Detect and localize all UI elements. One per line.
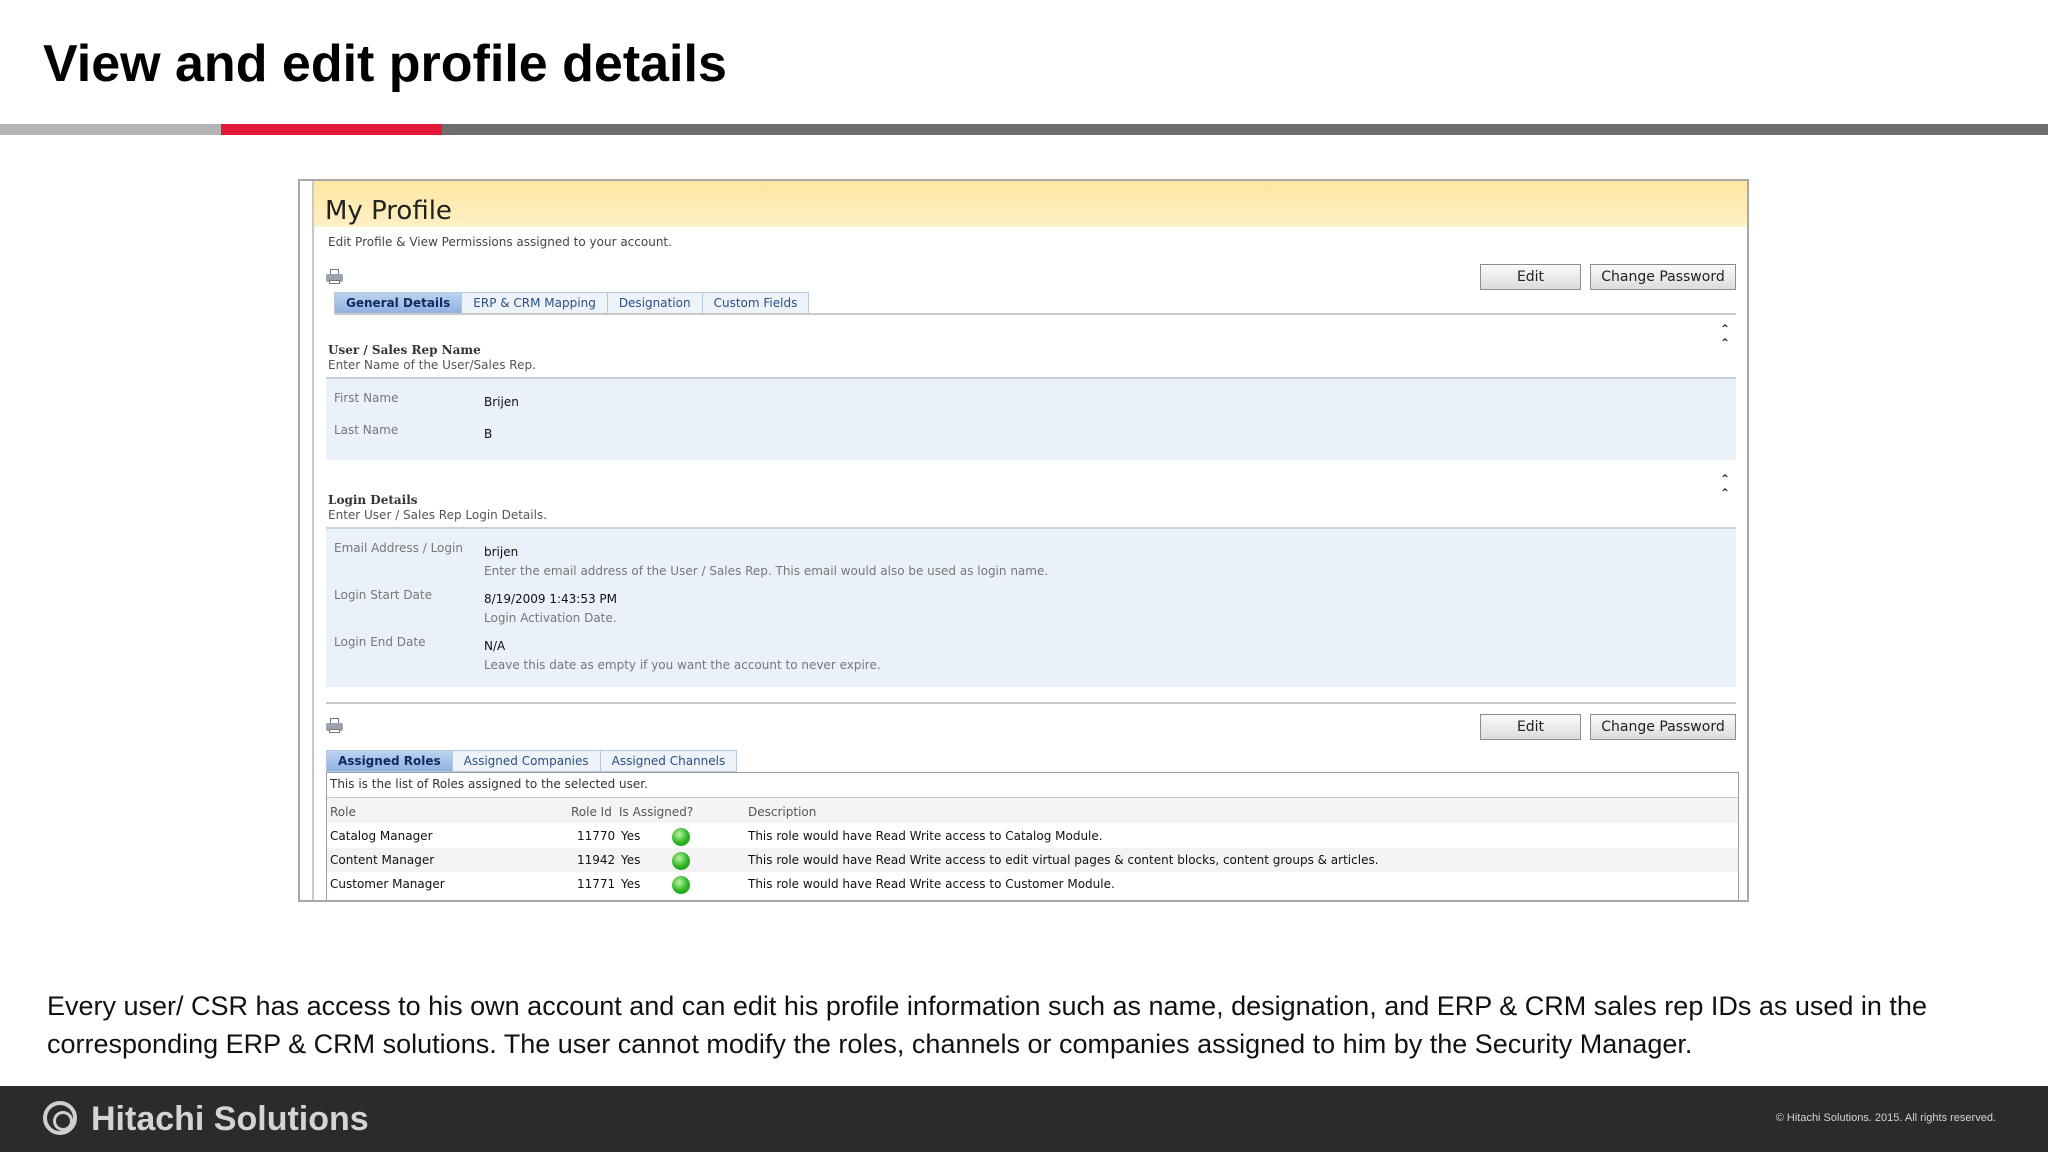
role-id: 11770 <box>577 829 616 843</box>
print-icon[interactable] <box>326 269 343 284</box>
login-start-label: Login Start Date <box>334 588 432 602</box>
role-id: 11942 <box>577 853 616 867</box>
table-row[interactable]: Catalog Manager 11770 Yes This role woul… <box>327 824 1738 848</box>
tab-assigned-channels[interactable]: Assigned Channels <box>601 751 737 771</box>
print-icon[interactable] <box>326 718 343 733</box>
hitachi-logo-icon <box>43 1101 77 1135</box>
role-name: Customer Manager <box>330 877 445 891</box>
role-name: Content Manager <box>330 853 435 867</box>
profile-title: My Profile <box>325 196 452 226</box>
email-label: Email Address / Login <box>334 541 463 555</box>
name-section-subtitle: Enter Name of the User/Sales Rep. <box>328 358 536 372</box>
header-description: Description <box>748 805 817 819</box>
assigned-status-icon <box>672 828 690 846</box>
edit-button[interactable]: Edit <box>1480 714 1581 740</box>
title-divider <box>0 124 2048 135</box>
profile-subtitle: Edit Profile & View Permissions assigned… <box>328 235 672 249</box>
profile-screenshot: My Profile Edit Profile & View Permissio… <box>298 179 1749 902</box>
footer-bar: Hitachi Solutions © Hitachi Solutions. 2… <box>0 1086 2048 1152</box>
assigned-status-icon <box>672 876 690 894</box>
assigned-status-icon <box>672 852 690 870</box>
tab-erp-crm-mapping[interactable]: ERP & CRM Mapping <box>462 293 608 313</box>
login-end-hint: Leave this date as empty if you want the… <box>484 658 881 672</box>
email-value: brijen <box>484 545 519 559</box>
login-panel: Email Address / Login brijen Enter the e… <box>326 527 1736 687</box>
tab-designation[interactable]: Designation <box>608 293 703 313</box>
role-description: This role would have Read Write access t… <box>748 877 1115 891</box>
login-end-label: Login End Date <box>334 635 426 649</box>
tab-assigned-companies[interactable]: Assigned Companies <box>453 751 601 771</box>
login-end-value: N/A <box>484 639 506 653</box>
footer-brand: Hitachi Solutions <box>91 1100 369 1138</box>
profile-tabs: General Details ERP & CRM Mapping Design… <box>334 292 810 314</box>
divider-segment-grey <box>0 124 221 135</box>
slide-title: View and edit profile details <box>43 35 727 93</box>
last-name-label: Last Name <box>334 423 399 437</box>
last-name-value: B <box>484 427 493 441</box>
divider-segment-red <box>221 124 442 135</box>
name-panel: First Name Brijen Last Name B <box>326 377 1736 460</box>
double-chevron-up-icon[interactable]: ⌃ ⌃ <box>1720 472 1730 500</box>
roles-note: This is the list of Roles assigned to th… <box>330 777 648 791</box>
table-row[interactable]: Customer Manager 11771 Yes This role wou… <box>327 872 1738 896</box>
role-assigned: Yes <box>621 853 641 867</box>
role-assigned: Yes <box>621 877 641 891</box>
role-assigned: Yes <box>621 829 641 843</box>
tabs-underline <box>334 313 1736 315</box>
login-start-hint: Login Activation Date. <box>484 611 617 625</box>
double-chevron-up-icon[interactable]: ⌃ ⌃ <box>1720 322 1730 350</box>
change-password-button[interactable]: Change Password <box>1590 714 1736 740</box>
role-id: 11771 <box>577 877 616 891</box>
first-name-value: Brijen <box>484 395 519 409</box>
edit-button[interactable]: Edit <box>1480 264 1581 290</box>
first-name-label: First Name <box>334 391 399 405</box>
section-divider <box>326 702 1736 704</box>
header-role-id: Role Id <box>571 805 612 819</box>
footer-copyright: © Hitachi Solutions. 2015. All rights re… <box>1775 1112 1996 1124</box>
tab-general-details[interactable]: General Details <box>335 293 463 313</box>
role-description: This role would have Read Write access t… <box>748 853 1379 867</box>
slide-description: Every user/ CSR has access to his own ac… <box>47 991 1927 1059</box>
profile-header-band <box>314 181 1747 227</box>
tab-custom-fields[interactable]: Custom Fields <box>703 293 809 313</box>
roles-header-row: Role Role Id Is Assigned? Description <box>327 797 1738 823</box>
role-description: This role would have Read Write access t… <box>748 829 1103 843</box>
screenshot-left-border <box>300 181 314 900</box>
email-hint: Enter the email address of the User / Sa… <box>484 564 1049 578</box>
header-role: Role <box>330 805 356 819</box>
login-section-title: Login Details <box>328 493 418 507</box>
roles-table: This is the list of Roles assigned to th… <box>326 772 1739 900</box>
assignment-tabs: Assigned Roles Assigned Companies Assign… <box>326 750 738 772</box>
login-start-value: 8/19/2009 1:43:53 PM <box>484 592 618 606</box>
role-name: Catalog Manager <box>330 829 433 843</box>
table-row[interactable]: Content Manager 11942 Yes This role woul… <box>327 848 1738 872</box>
login-section-subtitle: Enter User / Sales Rep Login Details. <box>328 508 548 522</box>
tab-assigned-roles[interactable]: Assigned Roles <box>327 751 453 771</box>
header-is-assigned: Is Assigned? <box>619 805 694 819</box>
name-section-title: User / Sales Rep Name <box>328 343 481 357</box>
change-password-button[interactable]: Change Password <box>1590 264 1736 290</box>
